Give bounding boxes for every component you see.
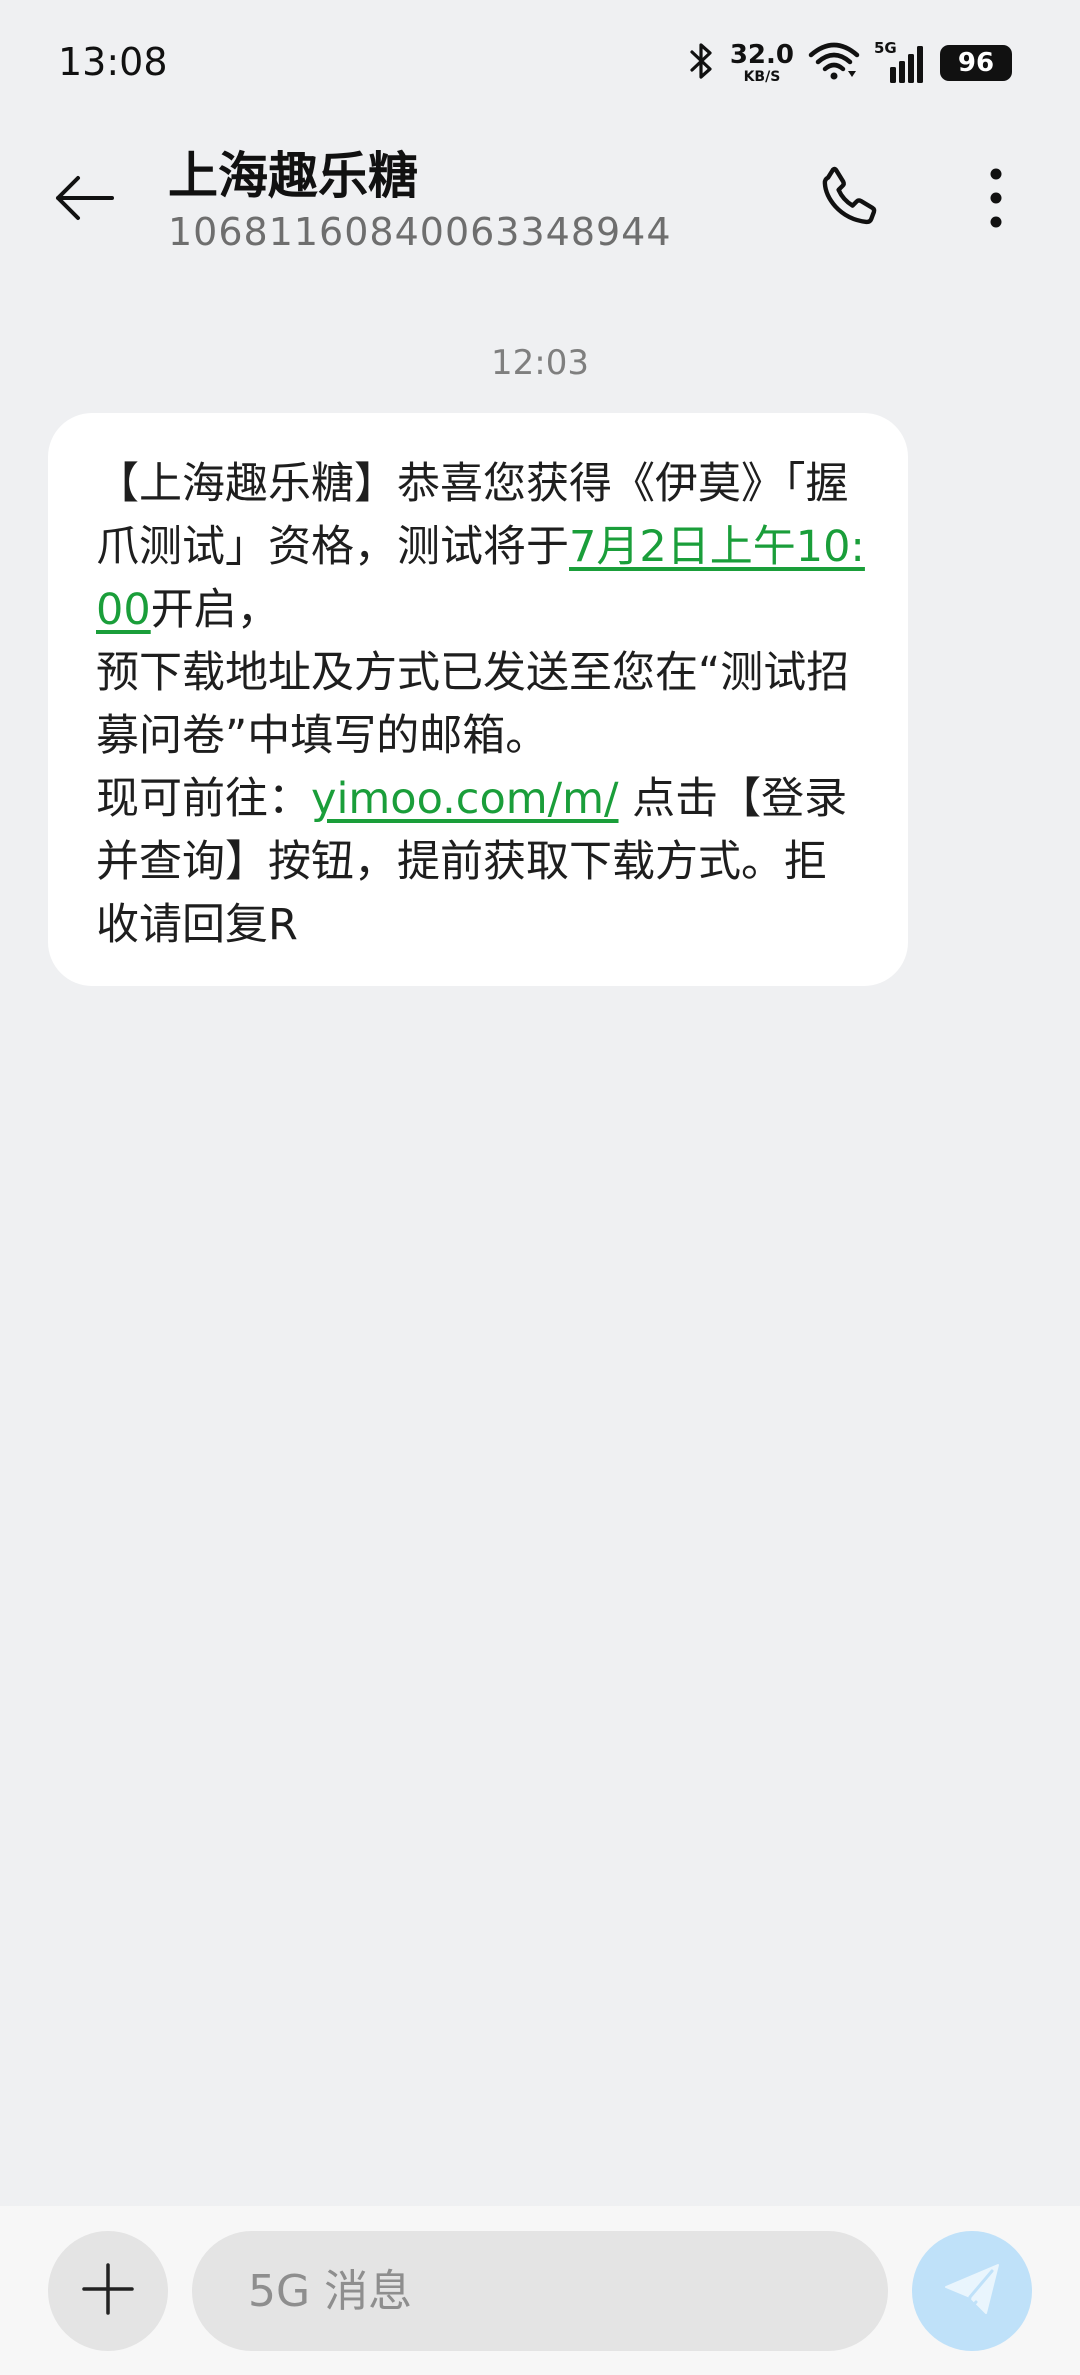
send-icon	[940, 2257, 1004, 2325]
status-bar: 13:08 32.0 KB/S 5G 96	[0, 0, 1080, 130]
phone-icon	[817, 163, 887, 237]
conversation-header: 上海趣乐糖 10681160840063348944	[0, 130, 1080, 270]
bluetooth-icon	[688, 41, 716, 85]
back-button[interactable]	[44, 160, 124, 240]
message-text-2: 开启，	[150, 585, 280, 635]
more-options-button[interactable]	[956, 160, 1036, 240]
battery-indicator: 96	[940, 45, 1012, 81]
incoming-message-bubble[interactable]: 【上海趣乐糖】恭喜您获得《伊莫》「握爪测试」资格，测试将于7月2日上午10:00…	[48, 413, 908, 986]
contact-number: 10681160840063348944	[168, 210, 672, 254]
network-speed-unit: KB/S	[743, 69, 781, 85]
message-text-4-prefix: 现可前往：	[96, 774, 311, 824]
add-attachment-button[interactable]	[48, 2231, 168, 2351]
status-icons: 32.0 KB/S 5G 96	[688, 38, 1012, 88]
cellular-signal-icon: 5G	[874, 41, 926, 85]
network-speed: 32.0 KB/S	[730, 42, 794, 84]
call-button[interactable]	[812, 160, 892, 240]
plus-icon	[80, 2261, 136, 2321]
send-button[interactable]	[912, 2231, 1032, 2351]
network-speed-value: 32.0	[729, 40, 794, 70]
more-vertical-icon	[988, 166, 1004, 234]
message-timestamp: 12:03	[491, 343, 589, 383]
wifi-icon	[808, 41, 860, 85]
back-arrow-icon	[52, 174, 116, 226]
contact-name: 上海趣乐糖	[168, 147, 418, 205]
message-url-link[interactable]: yimoo.com/m/	[311, 774, 619, 824]
message-input[interactable]	[192, 2231, 888, 2351]
status-time: 13:08	[58, 40, 168, 84]
message-text-3: 预下载地址及方式已发送至您在“测试招募问卷”中填写的邮箱。	[96, 648, 850, 761]
message-input-bar	[0, 2206, 1080, 2375]
